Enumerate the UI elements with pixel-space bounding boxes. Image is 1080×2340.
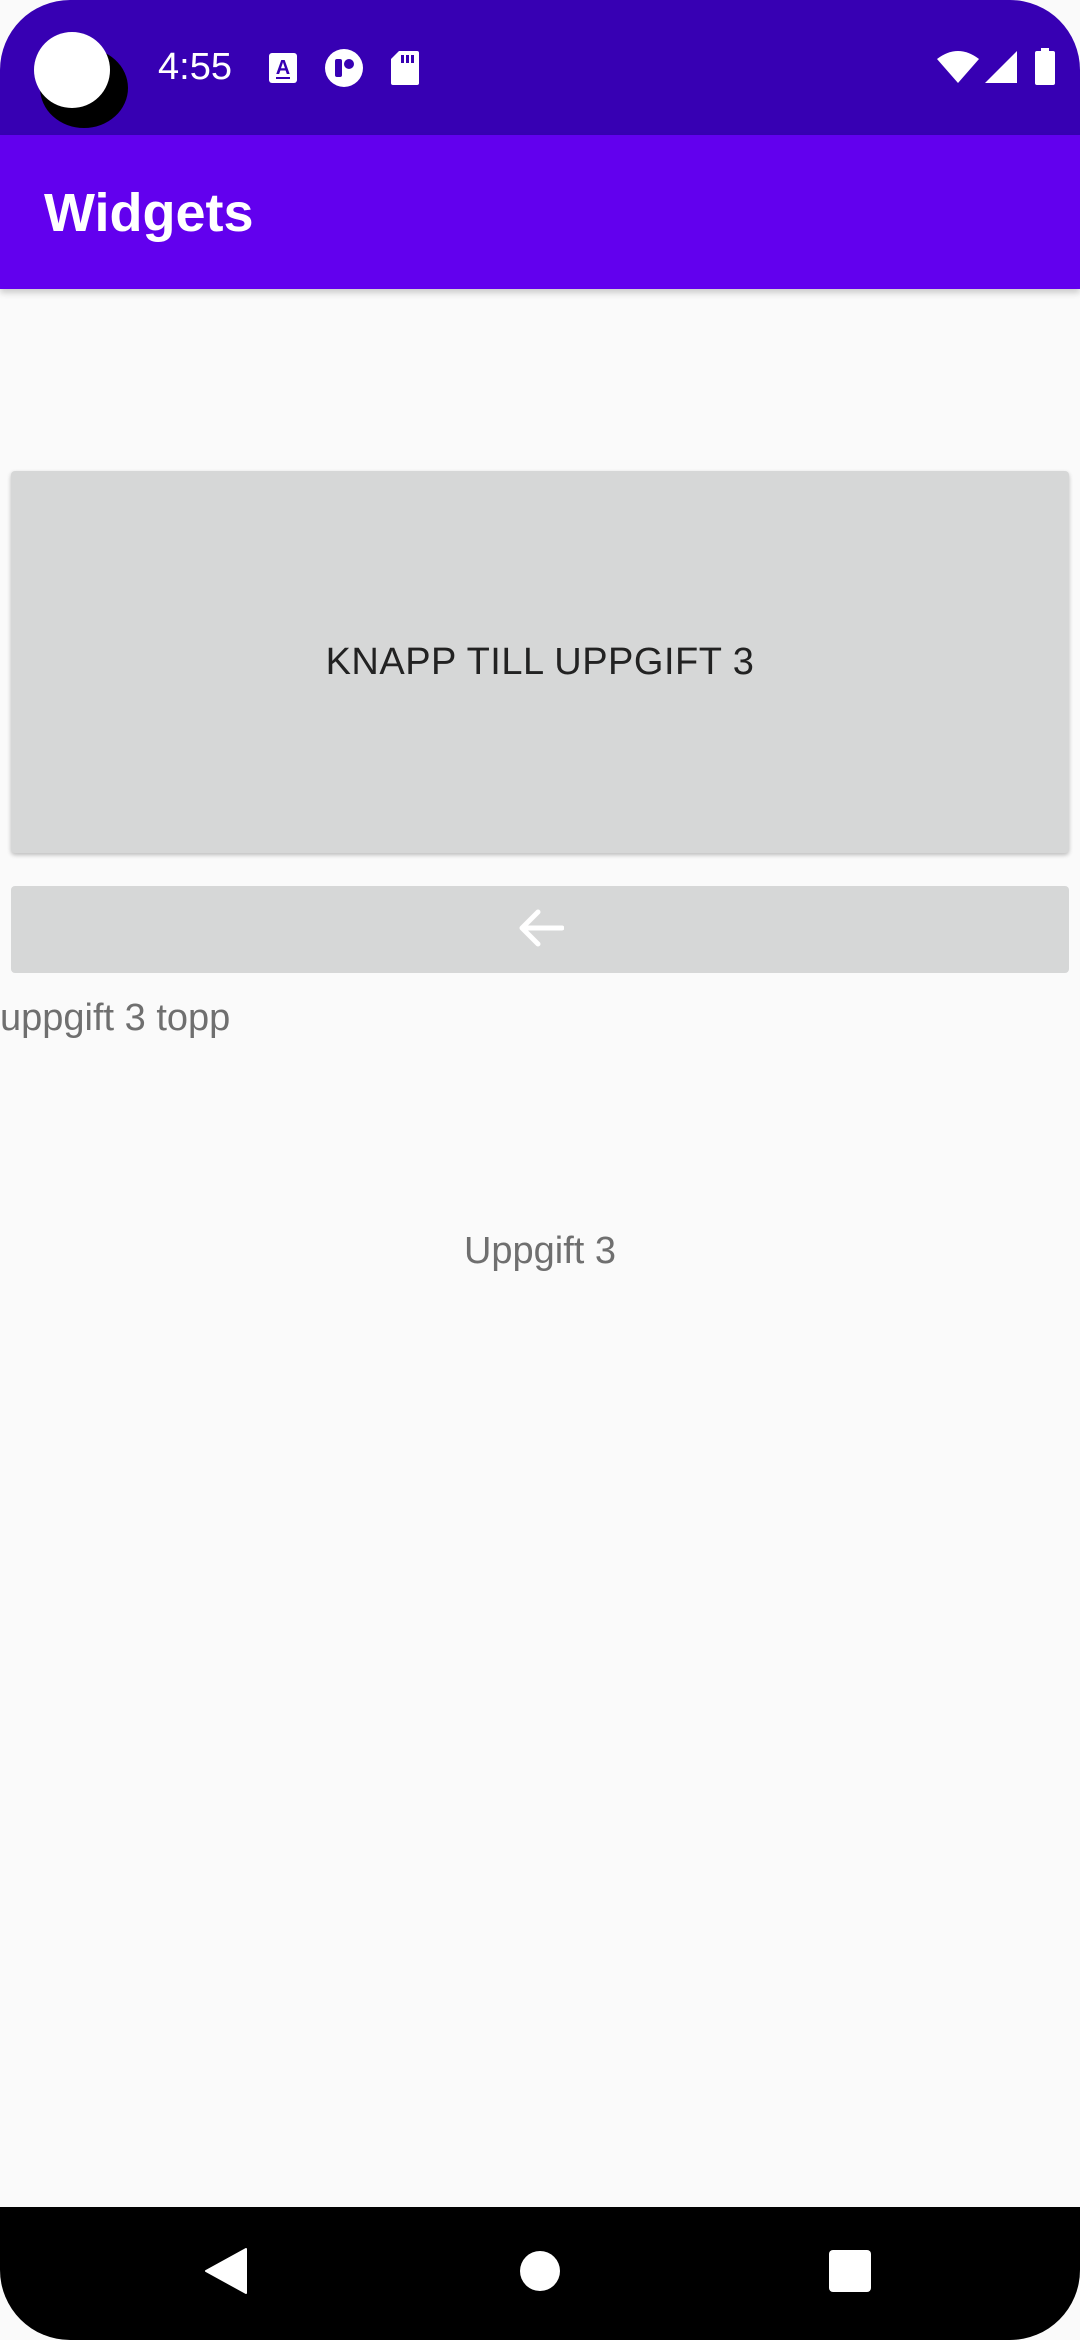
nav-recents-button[interactable] — [790, 2207, 910, 2340]
uppgift-3-button-label: KNAPP TILL UPPGIFT 3 — [325, 640, 755, 683]
signal-icon — [984, 50, 1018, 89]
svg-text:A: A — [276, 57, 290, 79]
uppgift-3-label: Uppgift 3 — [463, 1230, 617, 1272]
back-icon — [204, 2247, 248, 2300]
app-bar: Widgets — [0, 135, 1080, 289]
uppgift-3-topp-label: uppgift 3 topp — [0, 997, 231, 1039]
nav-home-button[interactable] — [480, 2207, 600, 2340]
screen: 4:55 A Widgets KNAPP TILL UPPGIFT 3 uppg… — [0, 0, 1080, 2340]
status-bar: 4:55 A — [0, 0, 1080, 135]
camera-cutout — [34, 32, 110, 108]
sd-card-icon — [390, 50, 420, 91]
nav-back-button[interactable] — [166, 2207, 286, 2340]
navigation-bar — [0, 2207, 1080, 2340]
record-icon — [324, 48, 364, 93]
uppgift-3-button[interactable]: KNAPP TILL UPPGIFT 3 — [11, 471, 1069, 853]
a-text-icon: A — [268, 52, 298, 89]
wifi-icon — [936, 50, 980, 89]
app-title: Widgets — [44, 183, 254, 243]
home-icon — [519, 2250, 561, 2297]
status-time: 4:55 — [158, 46, 232, 88]
battery-icon — [1034, 48, 1056, 91]
recents-icon — [828, 2249, 872, 2298]
arrow-left-icon — [516, 908, 565, 951]
back-arrow-button[interactable] — [11, 886, 1069, 973]
